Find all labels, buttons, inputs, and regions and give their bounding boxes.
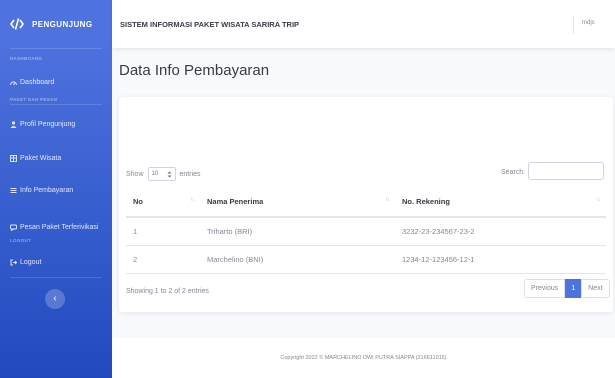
pagination: Previous 1 Next (524, 279, 610, 298)
column-header-no-rekening[interactable]: No. Rekening ↑↓ (395, 187, 606, 218)
user-menu[interactable]: mdjs (582, 20, 595, 26)
table-row[interactable]: 2 Marchelino (BNI) 1234-12-123456-12-1 (126, 245, 606, 274)
entries-length-control: Show 10 entries (126, 167, 201, 181)
sidebar-divider (10, 277, 102, 278)
sidebar-divider (10, 104, 102, 105)
select-arrows-icon (167, 171, 172, 177)
table-cell: 1234-12-123456-12-1 (395, 245, 606, 274)
topbar-divider (573, 16, 574, 34)
table-header-row: No ↑↓ Nama Penerima ↑↓ No. Rekening ↑↓ (126, 187, 606, 218)
code-logo-icon (10, 16, 24, 32)
previous-page-button[interactable]: Previous (524, 279, 566, 298)
show-label: Show (126, 170, 144, 178)
footer: Copyright 2022 © MARCHELINO DWI PUTRA SI… (112, 338, 615, 378)
sidebar-item-dashboard[interactable]: Dashboard (0, 79, 54, 86)
sidebar-heading-logout: LOGOUT (10, 238, 32, 243)
search-input[interactable] (528, 162, 604, 180)
topbar: SISTEM INFORMASI PAKET WISATA SARIRA TRI… (112, 0, 615, 48)
sort-icon: ↑↓ (385, 197, 390, 203)
copyright-text: Copyright 2022 © MARCHELINO DWI PUTRA SI… (280, 355, 447, 361)
data-card: Show 10 entries Search: No ↑↓ Nama Pener… (119, 97, 613, 312)
entries-label: entries (179, 170, 201, 178)
sidebar-item-label: Dashboard (20, 79, 55, 86)
sidebar-brand[interactable]: PENGUNJUNG (0, 0, 112, 48)
sidebar-item-label: Profil Pengunjung (20, 121, 76, 128)
sort-icon: ↑↓ (596, 197, 601, 203)
column-header-label: No (133, 197, 143, 206)
list-icon (10, 188, 17, 193)
sort-icon: ↑↓ (190, 197, 195, 203)
chat-icon (10, 224, 17, 231)
column-header-label: No. Rekening (402, 197, 450, 206)
payment-info-table: No ↑↓ Nama Penerima ↑↓ No. Rekening ↑↓ 1… (126, 187, 606, 274)
sidebar-item-label: Paket Wisata (20, 155, 62, 162)
entries-select-value: 10 (151, 171, 159, 177)
user-icon (10, 121, 17, 128)
sidebar-item-info-pembayaran[interactable]: Info Pembayaran (0, 187, 73, 194)
column-header-no[interactable]: No ↑↓ (126, 187, 200, 218)
table-info-text: Showing 1 to 2 of 2 entries (126, 288, 209, 295)
next-page-button[interactable]: Next (581, 279, 610, 298)
table-icon (10, 155, 17, 162)
sidebar-item-logout[interactable]: Logout (0, 259, 41, 266)
logout-icon (10, 259, 17, 266)
column-header-label: Nama Penerima (207, 197, 264, 206)
table-cell: Triharto (BRI) (200, 217, 395, 246)
table-cell: 1 (126, 217, 200, 246)
column-header-nama-penerima[interactable]: Nama Penerima ↑↓ (200, 187, 395, 218)
sidebar-item-label: Info Pembayaran (20, 187, 74, 194)
table-row[interactable]: 1 Triharto (BRI) 3232-23-234567-23-2 (126, 217, 606, 246)
sidebar-item-paket-wisata[interactable]: Paket Wisata (0, 155, 61, 162)
sidebar-heading-paket: PAKET DAN PESAN (10, 97, 58, 102)
sidebar-item-label: Logout (20, 259, 42, 266)
gauge-icon (10, 81, 17, 86)
sidebar: PENGUNJUNG DASHBOARD Dashboard PAKET DAN… (0, 0, 112, 378)
page-title: Data Info Pembayaran (119, 62, 270, 79)
entries-select[interactable]: 10 (147, 167, 176, 181)
table-cell: Marchelino (BNI) (200, 245, 395, 274)
sidebar-heading-dashboard: DASHBOARD (10, 56, 42, 61)
sidebar-item-profil[interactable]: Profil Pengunjung (0, 121, 75, 128)
sidebar-divider (10, 48, 102, 49)
app-title: SISTEM INFORMASI PAKET WISATA SARIRA TRI… (120, 19, 300, 29)
brand-title: PENGUNJUNG (32, 19, 93, 29)
page-button-current[interactable]: 1 (565, 279, 582, 298)
table-cell: 2 (126, 245, 200, 274)
sidebar-item-pesan-paket[interactable]: Pesan Paket Terferivikasi (0, 224, 98, 231)
table-cell: 3232-23-234567-23-2 (395, 217, 606, 246)
sidebar-item-label: Pesan Paket Terferivikasi (20, 224, 99, 231)
sidebar-toggle-button[interactable]: ‹ (45, 289, 65, 309)
search-label: Search: (501, 169, 526, 176)
chevron-left-icon: ‹ (53, 293, 57, 304)
